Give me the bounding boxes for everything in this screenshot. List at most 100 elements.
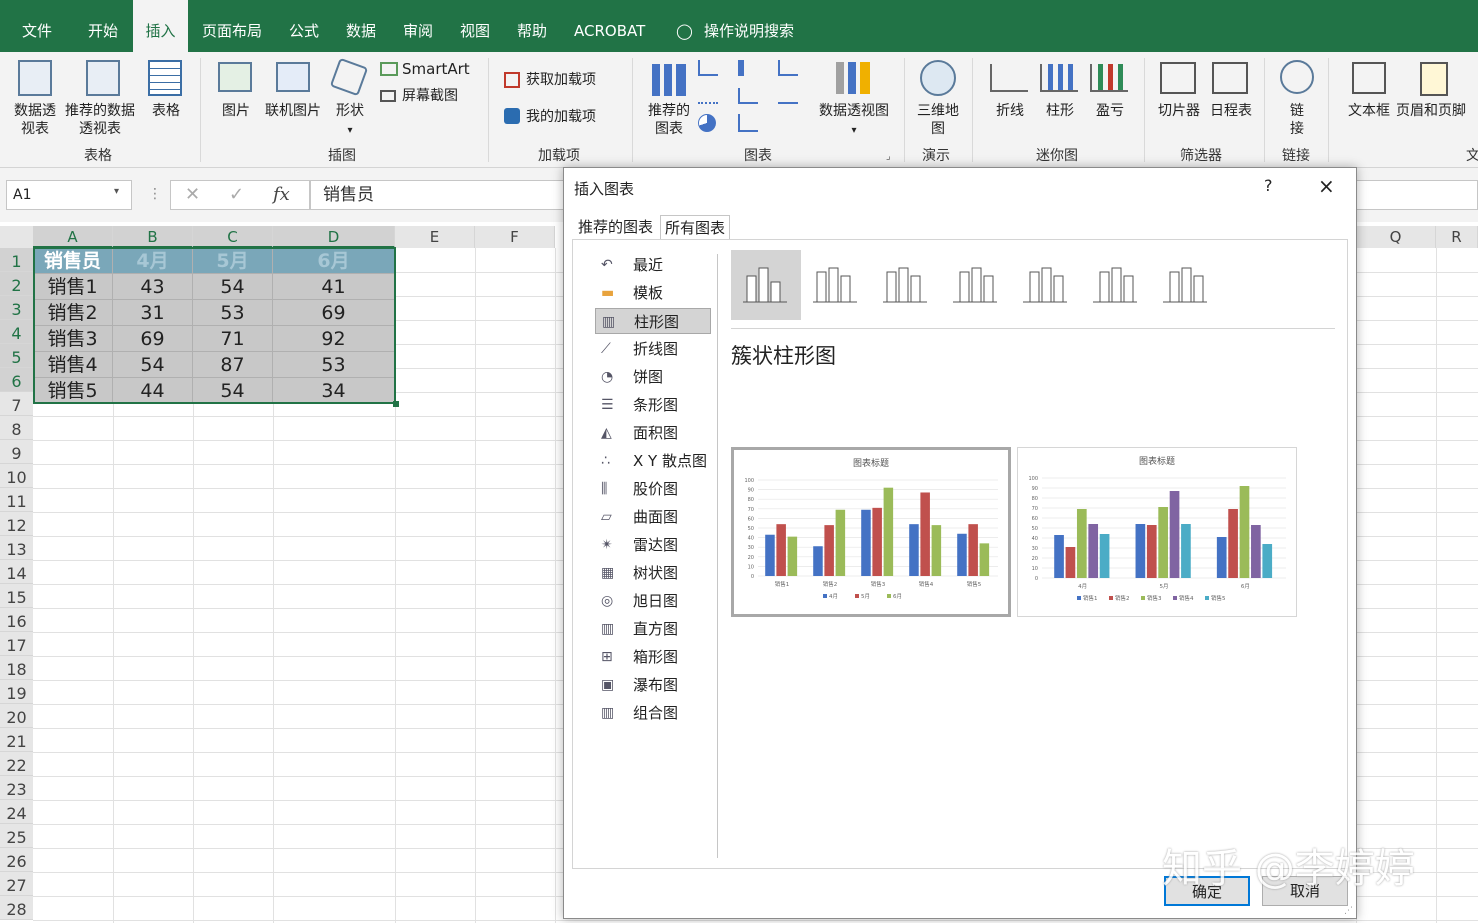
chart-type-item[interactable]: ▦ 树状图 bbox=[595, 560, 711, 586]
row-header[interactable]: 27 bbox=[0, 872, 33, 896]
row-header[interactable]: 9 bbox=[0, 440, 33, 464]
column-header[interactable]: F bbox=[475, 226, 555, 248]
row-header[interactable]: 15 bbox=[0, 584, 33, 608]
chart-type-item[interactable]: ⫼ 股价图 bbox=[595, 476, 711, 502]
3d-column-icon[interactable] bbox=[1151, 250, 1221, 320]
row-header[interactable]: 26 bbox=[0, 848, 33, 872]
my-addins-button[interactable]: 我的加载项 bbox=[526, 108, 596, 126]
row-header[interactable]: 16 bbox=[0, 608, 33, 632]
hierarchy-chart-icon[interactable] bbox=[738, 60, 758, 76]
row-header[interactable]: 20 bbox=[0, 704, 33, 728]
row-header[interactable]: 4 bbox=[0, 320, 33, 344]
row-header[interactable]: 2 bbox=[0, 272, 33, 296]
column-header[interactable]: A bbox=[33, 226, 113, 248]
sparkline-column-button[interactable]: 柱形 bbox=[1042, 102, 1078, 120]
smartart-button[interactable]: SmartArt bbox=[402, 60, 470, 78]
chart-type-item[interactable]: ◔ 饼图 bbox=[595, 364, 711, 390]
row-header[interactable]: 21 bbox=[0, 728, 33, 752]
tab-help[interactable]: 帮助 bbox=[517, 0, 547, 52]
row-header[interactable]: 19 bbox=[0, 680, 33, 704]
tab-home[interactable]: 开始 bbox=[88, 0, 118, 52]
chart-type-item[interactable]: ☰ 条形图 bbox=[595, 392, 711, 418]
3d-100-stacked-column-icon[interactable] bbox=[1081, 250, 1151, 320]
sparkline-winloss-button[interactable]: 盈亏 bbox=[1092, 102, 1128, 120]
chart-type-item[interactable]: ∴ X Y 散点图 bbox=[595, 448, 711, 474]
row-header[interactable]: 17 bbox=[0, 632, 33, 656]
column-header[interactable]: C bbox=[193, 226, 273, 248]
3d-stacked-column-icon[interactable] bbox=[1011, 250, 1081, 320]
online-pictures-button[interactable]: 联机图片 bbox=[260, 102, 326, 120]
chart-preview-2[interactable]: 图表标题 0 10 20 30 40 50 60 70 80 90 100 4月 5月 6月 销售1 销售2 销售… bbox=[1017, 447, 1297, 617]
3d-map-button[interactable]: 三维地图 bbox=[914, 102, 962, 138]
tab-file[interactable]: 文件 bbox=[22, 0, 52, 52]
row-header[interactable]: 8 bbox=[0, 416, 33, 440]
row-header[interactable]: 11 bbox=[0, 488, 33, 512]
shapes-button[interactable]: 形状 bbox=[332, 102, 368, 120]
get-addins-button[interactable]: 获取加载项 bbox=[526, 71, 596, 89]
row-header[interactable]: 14 bbox=[0, 560, 33, 584]
resize-grip-icon[interactable]: ⋰ bbox=[1344, 906, 1353, 916]
clustered-column-icon[interactable] bbox=[731, 250, 801, 320]
line-chart-icon[interactable] bbox=[698, 88, 718, 104]
row-header[interactable]: 6 bbox=[0, 368, 33, 392]
100-stacked-column-icon[interactable] bbox=[871, 250, 941, 320]
insert-function-icon[interactable]: fx bbox=[273, 184, 290, 205]
link-button[interactable]: 链接 bbox=[1286, 102, 1308, 138]
chart-type-item[interactable]: ▬ 模板 bbox=[595, 280, 711, 306]
row-header[interactable]: 3 bbox=[0, 296, 33, 320]
row-header[interactable]: 7 bbox=[0, 392, 33, 416]
chart-type-item[interactable]: ▱ 曲面图 bbox=[595, 504, 711, 530]
chart-type-item[interactable]: ▣ 瀑布图 bbox=[595, 672, 711, 698]
row-header[interactable]: 5 bbox=[0, 344, 33, 368]
3d-clustered-column-icon[interactable] bbox=[941, 250, 1011, 320]
column-header[interactable]: R bbox=[1436, 226, 1478, 248]
tab-formulas[interactable]: 公式 bbox=[289, 0, 319, 52]
pictures-button[interactable]: 图片 bbox=[216, 102, 256, 120]
row-header[interactable]: 12 bbox=[0, 512, 33, 536]
stacked-column-icon[interactable] bbox=[801, 250, 871, 320]
row-header[interactable]: 13 bbox=[0, 536, 33, 560]
waterfall-chart-icon[interactable] bbox=[778, 60, 798, 76]
chart-type-item[interactable]: ✴ 雷达图 bbox=[595, 532, 711, 558]
column-chart-icon[interactable] bbox=[698, 60, 718, 76]
chart-type-item[interactable]: ◎ 旭日图 bbox=[595, 588, 711, 614]
pie-chart-icon[interactable] bbox=[698, 114, 716, 132]
screenshot-button[interactable]: 屏幕截图 bbox=[402, 87, 458, 105]
scatter-chart-icon[interactable] bbox=[738, 114, 758, 132]
statistic-chart-icon[interactable] bbox=[738, 88, 758, 104]
pivottable-button[interactable]: 数据透视表 bbox=[10, 102, 60, 138]
header-footer-button[interactable]: 页眉和页脚 bbox=[1396, 102, 1478, 120]
tab-view[interactable]: 视图 bbox=[460, 0, 490, 52]
tab-insert[interactable]: 插入 bbox=[133, 0, 188, 52]
row-header[interactable]: 28 bbox=[0, 896, 33, 920]
tab-all-charts[interactable]: 所有图表 bbox=[660, 215, 731, 239]
fill-handle[interactable] bbox=[393, 401, 399, 407]
column-header[interactable]: B bbox=[113, 226, 193, 248]
table-button[interactable]: 表格 bbox=[146, 102, 186, 120]
combo-chart-icon[interactable] bbox=[778, 88, 798, 104]
row-header[interactable]: 22 bbox=[0, 752, 33, 776]
chart-type-item[interactable]: ◭ 面积图 bbox=[595, 420, 711, 446]
slicer-button[interactable]: 切片器 bbox=[1154, 102, 1204, 120]
close-button[interactable]: × bbox=[1318, 174, 1335, 198]
select-all-corner[interactable] bbox=[0, 226, 33, 248]
chart-type-item[interactable]: ▥ 柱形图 bbox=[595, 308, 711, 334]
row-header[interactable]: 25 bbox=[0, 824, 33, 848]
row-header[interactable]: 24 bbox=[0, 800, 33, 824]
tab-review[interactable]: 审阅 bbox=[403, 0, 433, 52]
chart-type-item[interactable]: ▥ 组合图 bbox=[595, 700, 711, 726]
tab-page-layout[interactable]: 页面布局 bbox=[202, 0, 262, 52]
help-button[interactable]: ? bbox=[1264, 176, 1273, 195]
tab-recommended-charts[interactable]: 推荐的图表 bbox=[574, 215, 657, 239]
textbox-button[interactable]: 文本框 bbox=[1344, 102, 1394, 120]
cancel-icon[interactable]: ✕ bbox=[185, 184, 200, 205]
column-header[interactable]: D bbox=[273, 226, 395, 248]
tell-me-search[interactable]: 操作说明搜索 bbox=[704, 0, 794, 52]
column-header[interactable]: E bbox=[395, 226, 475, 248]
row-header[interactable]: 10 bbox=[0, 464, 33, 488]
pivotchart-button[interactable]: 数据透视图 bbox=[814, 102, 894, 120]
tab-acrobat[interactable]: ACROBAT bbox=[574, 0, 645, 52]
enter-icon[interactable]: ✓ bbox=[229, 184, 244, 205]
chevron-down-icon[interactable]: ▾ bbox=[114, 186, 119, 197]
row-header[interactable]: 23 bbox=[0, 776, 33, 800]
